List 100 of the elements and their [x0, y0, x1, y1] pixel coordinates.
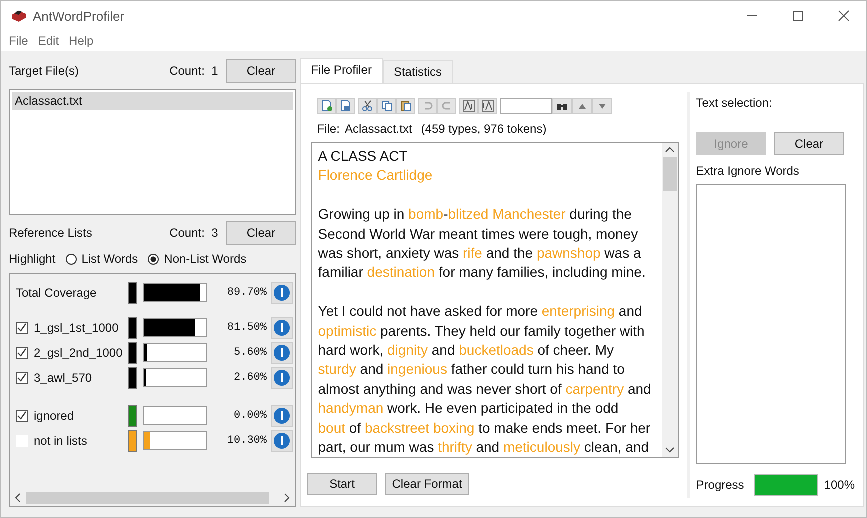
- text-line: Yet I could not have asked for more enterprising and: [318, 302, 644, 322]
- text-selection-label: Text selection:: [696, 96, 774, 110]
- count-label: Count: 1: [170, 64, 218, 78]
- target-files-label: Target File(s): [9, 64, 80, 78]
- text-line: part, our mum was thrifty and meticulously clean, and: [318, 438, 650, 457]
- list-name: 1_gsl_1st_1000: [34, 320, 119, 334]
- coverage-bar: [143, 318, 207, 337]
- text-line: Florence Cartlidge: [318, 166, 434, 186]
- text-line: familiar destination for many families, including mine.: [318, 263, 647, 282]
- list-item[interactable]: Aclassact.txt: [12, 92, 294, 110]
- window-title: AntWordProfiler: [33, 8, 125, 24]
- menu-item[interactable]: File: [9, 34, 28, 48]
- paste-icon: [400, 100, 412, 112]
- coverage-percent: 0.00%: [232, 410, 267, 422]
- down-arrow-icon: [598, 104, 606, 108]
- list-name: not in lists: [34, 434, 88, 448]
- search-field[interactable]: [500, 98, 552, 114]
- text-line: handyman work. He even participated in the odd: [318, 399, 620, 418]
- info-button[interactable]: [271, 316, 293, 338]
- previous-button[interactable]: [572, 98, 592, 114]
- up-arrow-icon: [578, 104, 586, 108]
- redo-icon: [440, 100, 453, 112]
- scroll-right-icon[interactable]: [283, 493, 292, 503]
- find-button[interactable]: [552, 98, 572, 114]
- toolbar-button[interactable]: [478, 98, 498, 114]
- text-line: almost anything and was never short of carpentry and: [318, 380, 652, 399]
- checkbox[interactable]: [16, 346, 28, 358]
- clear-button[interactable]: Clear: [226, 221, 296, 245]
- coverage-percent: 10.30%: [226, 434, 267, 446]
- coverage-percent: 81.50%: [226, 322, 267, 334]
- action-button[interactable]: Start: [307, 473, 378, 495]
- copy-icon: [380, 100, 393, 112]
- tab[interactable]: File Profiler: [300, 58, 383, 83]
- info-button[interactable]: [271, 282, 293, 304]
- maximize-icon[interactable]: [792, 10, 804, 22]
- info-icon: [274, 284, 290, 300]
- file-name: Aclassact.txt: [344, 122, 412, 136]
- checkbox[interactable]: [16, 322, 28, 334]
- coverage-bar: [143, 431, 207, 450]
- info-button[interactable]: [271, 404, 293, 426]
- ignore-words-field[interactable]: [696, 184, 846, 464]
- coverage-bar: [143, 343, 207, 362]
- text-line: Growing up in bomb-blitzed Manchester during the: [318, 205, 633, 224]
- info-icon: [274, 370, 290, 386]
- document-icon: [320, 100, 333, 112]
- action-button[interactable]: Clear Format: [385, 473, 470, 495]
- text-line: sturdy and ingenious father could turn his hand to: [318, 360, 626, 380]
- scroll-up-icon[interactable]: [665, 146, 676, 154]
- progress-label: Progress: [696, 478, 744, 492]
- coverage-label: Total Coverage: [16, 286, 98, 300]
- save-icon: [340, 100, 352, 112]
- toolbar-button[interactable]: [459, 98, 478, 114]
- info-button[interactable]: [271, 342, 293, 364]
- text-line: hard work, dignity and bucketloads of cheer. My: [318, 341, 615, 360]
- coverage-bar: [143, 283, 207, 302]
- text-line: optimistic parents. They held our family together with: [318, 322, 646, 341]
- scroll-thumb[interactable]: [663, 157, 678, 191]
- info-button[interactable]: [271, 366, 293, 388]
- text-line: Second World War meant times were tough, money: [318, 224, 640, 244]
- scroll-thumb[interactable]: [26, 492, 270, 504]
- app-logo-icon: [11, 9, 27, 23]
- vertical-scrollbar[interactable]: [662, 143, 678, 457]
- radio-button[interactable]: List Words: [66, 252, 138, 266]
- toolbar-button[interactable]: [317, 98, 336, 114]
- info-icon: [274, 344, 290, 360]
- info-icon: [274, 432, 290, 448]
- info-icon: [274, 320, 290, 336]
- radio-button[interactable]: Non-List Words: [148, 252, 247, 266]
- extra-ignore-words-label: Extra Ignore Words: [696, 164, 800, 178]
- scroll-down-icon[interactable]: [665, 446, 676, 454]
- tab[interactable]: Statistics: [382, 60, 453, 83]
- checkbox[interactable]: [16, 410, 28, 422]
- scroll-left-icon[interactable]: [14, 493, 22, 503]
- info-icon: [274, 408, 290, 424]
- toolbar-button[interactable]: [358, 98, 378, 114]
- close-icon[interactable]: [838, 10, 850, 22]
- coverage-percent: 5.60%: [232, 346, 267, 358]
- file-label: File:: [317, 122, 340, 136]
- scissors-icon: [362, 100, 374, 112]
- checkbox[interactable]: [16, 372, 28, 384]
- info-button[interactable]: [271, 430, 293, 452]
- coverage-percent: 2.60%: [232, 372, 267, 384]
- progress-bar: [754, 474, 818, 496]
- clear-button[interactable]: Clear: [226, 59, 296, 83]
- list-name: ignored: [34, 408, 74, 422]
- menu-item[interactable]: Edit: [38, 34, 60, 48]
- font-size-icon: [462, 100, 475, 112]
- toolbar-button[interactable]: [377, 98, 396, 114]
- next-button[interactable]: [592, 98, 612, 114]
- font-size-icon: [482, 100, 494, 112]
- text-line: was short, anxiety was rife and the pawnshop was a: [318, 244, 642, 264]
- list-name: 2_gsl_2nd_1000: [34, 346, 123, 360]
- progress-reading: 100%: [824, 478, 855, 492]
- coverage-bar: [143, 368, 207, 387]
- toolbar-button[interactable]: [336, 98, 356, 114]
- text-editor[interactable]: [311, 142, 680, 458]
- clear-button[interactable]: Clear: [774, 132, 844, 155]
- file-summary: (459 types, 976 tokens): [421, 122, 547, 136]
- toolbar-button[interactable]: [396, 98, 416, 114]
- menu-item[interactable]: Help: [69, 34, 94, 48]
